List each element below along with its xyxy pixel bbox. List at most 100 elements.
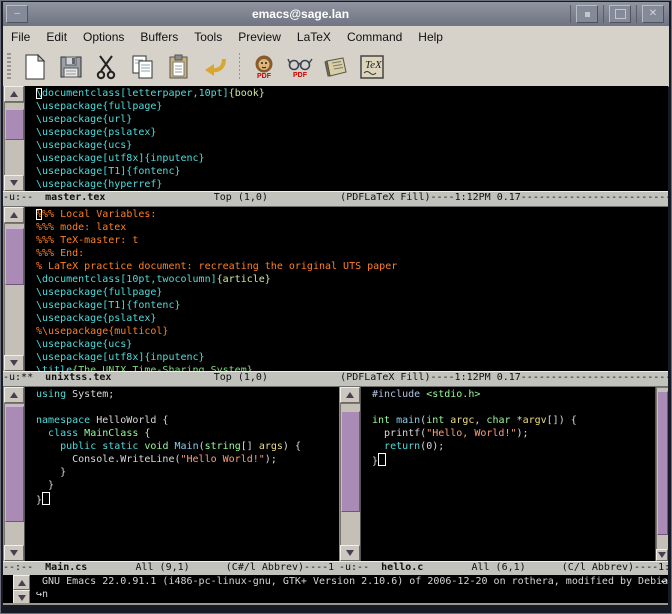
code-line: \usepackage{fullpage} [36,100,668,113]
scrollbar-unixtss[interactable] [3,207,25,371]
shade-icon [585,12,590,17]
menu-item-file[interactable]: File [3,28,38,46]
code-token [372,441,384,452]
cut-button[interactable] [91,50,123,84]
view-pdf-button[interactable]: PDF [284,50,316,84]
echo-area[interactable]: GNU Emacs 22.0.91.1 (i486-pc-linux-gnu, … [3,575,668,603]
scrollbar-thumb[interactable] [5,406,24,521]
code-line: int main(int argc, char *argv[]) { [372,414,655,427]
scrollbar-down-arrow[interactable] [340,545,360,561]
copy-button[interactable] [127,50,159,84]
modeline-unixtss-tex[interactable]: -u:** unixtss.tex Top (1,0) (PDFLaTeX Fi… [3,371,668,387]
menu-item-command[interactable]: Command [339,28,410,46]
scrollbar-hello-c[interactable] [339,387,361,561]
code-token: class [48,428,78,439]
code-token: * [511,415,523,426]
scrollbar-thumb[interactable] [5,109,24,140]
minimize-button[interactable]: – [6,5,28,23]
undo-button[interactable] [199,50,231,84]
maximize-icon [615,9,626,19]
code-line: public static void Main(string[] args) { [36,440,339,453]
glasses-icon [287,55,313,73]
scrollbar-up-arrow[interactable] [4,86,24,102]
toolbar-drag-handle[interactable] [7,53,11,81]
buffer-main-cs[interactable]: using System; namespace HelloWorld { cla… [25,387,339,561]
window-unixtss-tex: %%% Local Variables: %%% mode: latex%%% … [3,207,668,371]
code-line: \usepackage[utf8x]{inputenc} [36,152,668,165]
undo-icon [203,55,227,79]
code-token: \usepackage[utf8x]{inputenc} [36,153,205,164]
menu-item-options[interactable]: Options [75,28,132,46]
scrollbar-track[interactable] [4,403,24,545]
bibtex-book-button[interactable] [320,50,352,84]
code-token: argc [444,415,474,426]
menu-item-buffers[interactable]: Buffers [132,28,186,46]
tex-lion-icon [253,55,275,74]
tex-note-button[interactable]: TeX [356,50,388,84]
scrollbar-thumb[interactable] [341,411,360,512]
code-token: {book} [229,88,265,99]
minibuffer-scrollbar[interactable] [13,575,30,603]
code-token: #include [372,389,426,400]
scrollbar-track[interactable] [340,403,360,545]
scrollbar-hello-c-right[interactable] [655,387,668,561]
frame-bottom-edge [3,603,668,605]
code-line: \usepackage{ucs} [36,139,668,152]
scrollbar-up-arrow[interactable] [340,387,360,403]
code-token: namespace [36,415,90,426]
latex-to-pdf-button[interactable]: PDF [248,50,280,84]
svg-text:TeX: TeX [365,59,383,71]
code-token: \usepackage{pslatex} [36,127,156,138]
code-line: \usepackage{hyperref} [36,178,668,191]
menu-item-help[interactable]: Help [410,28,451,46]
close-button[interactable]: ✕ [636,5,667,23]
new-file-button[interactable] [19,50,51,84]
maximize-button[interactable] [603,5,634,23]
scrollbar-thumb[interactable] [657,391,668,535]
code-token: \usepackage{ucs} [36,339,132,350]
code-token: %% Local Variables: [42,209,162,220]
code-token: return [384,441,420,452]
scrollbar-up-arrow[interactable] [4,207,24,223]
scrollbar-up-arrow[interactable] [4,387,24,403]
menu-item-tools[interactable]: Tools [186,28,230,46]
scrollbar-main-cs[interactable] [3,387,25,561]
window-title: emacs@sage.lan [31,7,570,21]
code-token: } [36,480,54,491]
scrollbar-track[interactable] [656,387,668,549]
tex-note-icon: TeX [359,54,385,80]
scrollbar-track[interactable] [4,102,24,175]
minimize-icon: – [14,9,20,19]
code-line: \documentclass[letterpaper,10pt]{book} [36,87,668,100]
menu-item-latex[interactable]: LaTeX [289,28,339,46]
code-token: Console.WriteLine( [36,454,181,465]
titlebar[interactable]: – emacs@sage.lan ✕ [3,2,669,27]
buffer-unixtss-tex[interactable]: %%% Local Variables: %%% mode: latex%%% … [25,207,668,371]
bottom-split: using System; namespace HelloWorld { cla… [3,387,668,561]
code-token: , [474,415,486,426]
scrollbar-down-arrow[interactable] [4,545,24,561]
shade-button[interactable] [570,5,601,23]
scrollbar-down-arrow[interactable] [656,549,668,561]
paste-button[interactable] [163,50,195,84]
scrollbar-up-arrow[interactable] [13,575,30,590]
code-token: %%% TeX-master: t [36,235,138,246]
scrollbar-thumb[interactable] [5,228,24,285]
modeline-master-tex[interactable]: -u:-- master.tex Top (1,0) (PDFLaTeX Fil… [3,191,668,207]
buffer-master-tex[interactable]: \documentclass[letterpaper,10pt]{book}\u… [25,86,668,191]
code-line [36,401,339,414]
menu-item-preview[interactable]: Preview [230,28,289,46]
buffer-hello-c[interactable]: #include <stdio.h> int main(int argc, ch… [361,387,655,561]
code-line: printf("Hello, World!"); [372,427,655,440]
scrollbar-master[interactable] [3,86,25,191]
code-token: string [205,441,241,452]
window-master-tex: \documentclass[letterpaper,10pt]{book}\u… [3,86,668,191]
scrollbar-down-arrow[interactable] [4,175,24,191]
emacs-frame: \documentclass[letterpaper,10pt]{book}\u… [3,86,668,603]
code-token: } [36,467,66,478]
scrollbar-track[interactable] [4,223,24,355]
scrollbar-down-arrow[interactable] [4,355,24,371]
save-button[interactable] [55,50,87,84]
code-token: printf( [372,428,426,439]
menu-item-edit[interactable]: Edit [38,28,75,46]
